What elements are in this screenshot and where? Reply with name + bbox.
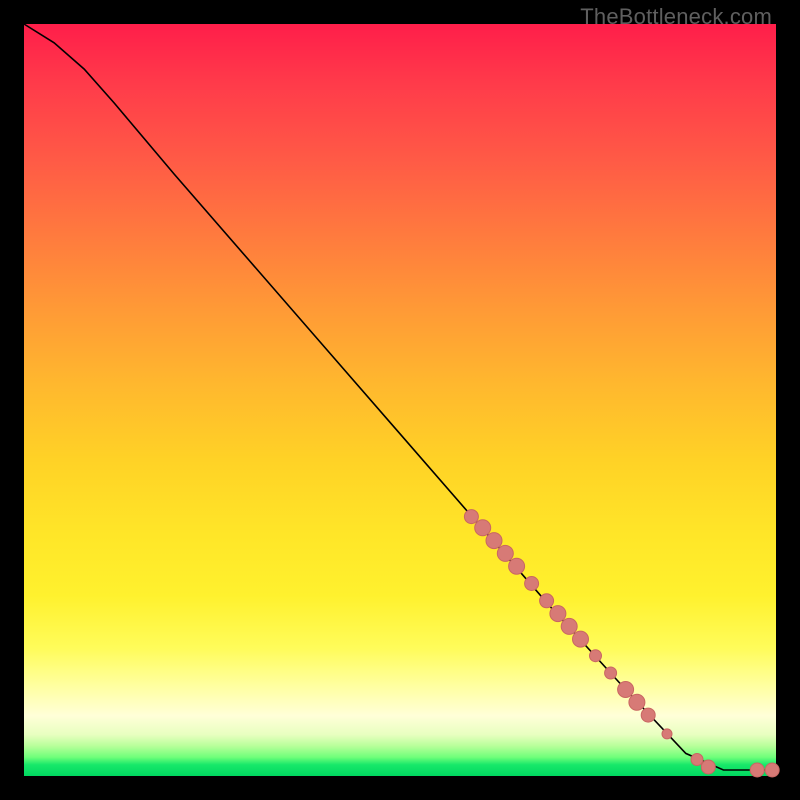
data-point (765, 763, 779, 777)
data-point (550, 606, 566, 622)
data-point (590, 650, 602, 662)
data-point (691, 754, 703, 766)
data-point (662, 729, 672, 739)
data-point (540, 594, 554, 608)
data-point (525, 577, 539, 591)
data-point (464, 510, 478, 524)
data-point (486, 533, 502, 549)
data-point (641, 708, 655, 722)
data-point (561, 618, 577, 634)
data-points-group (464, 510, 779, 777)
data-point (573, 631, 589, 647)
data-point (618, 682, 634, 698)
watermark-text: TheBottleneck.com (580, 4, 772, 30)
data-point (701, 760, 715, 774)
data-point (509, 558, 525, 574)
chart-svg (24, 24, 776, 776)
data-point (605, 667, 617, 679)
data-point (750, 763, 764, 777)
bottleneck-curve (24, 24, 776, 770)
data-point (497, 545, 513, 561)
chart-area (24, 24, 776, 776)
data-point (475, 520, 491, 536)
data-point (629, 694, 645, 710)
